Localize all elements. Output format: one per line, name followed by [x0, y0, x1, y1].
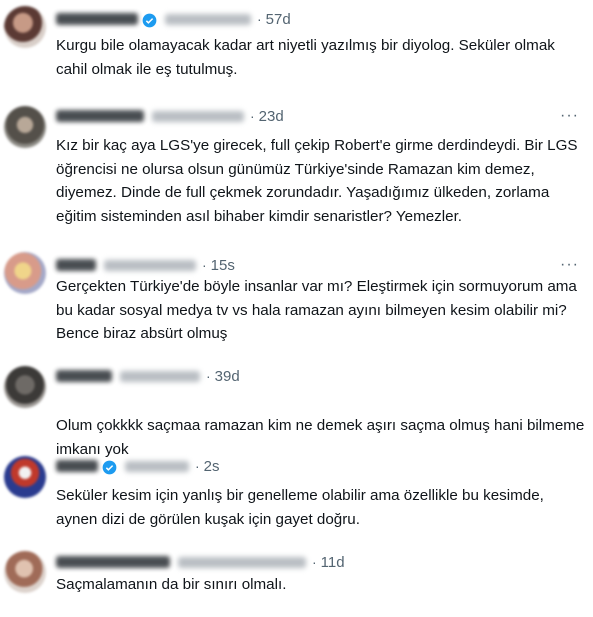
separator-dot: · — [257, 11, 262, 27]
reply-header: · 39d — [56, 365, 583, 387]
author-handle[interactable] — [125, 460, 189, 472]
reply-item[interactable]: · 2s Seküler kesim için yanlış bir genel… — [0, 450, 593, 536]
separator-dot: · — [202, 257, 207, 273]
reply-text: Kız bir kaç aya LGS'ye girecek, full çek… — [56, 137, 578, 225]
author-name[interactable] — [56, 556, 170, 568]
reply-text: Gerçekten Türkiye'de böyle insanlar var … — [56, 278, 577, 342]
reply-item[interactable]: · 15s ··· Gerçekten Türkiye'de böyle ins… — [0, 250, 593, 350]
author-name[interactable] — [56, 13, 138, 25]
author-name[interactable] — [56, 460, 98, 472]
avatar[interactable] — [4, 366, 46, 408]
reply-item[interactable]: · 57d Kurgu bile olamayacak kadar art ni… — [0, 0, 593, 92]
author-handle[interactable] — [152, 110, 244, 122]
separator-dot: · — [250, 108, 255, 124]
reply-text: Kurgu bile olamayacak kadar art niyetli … — [56, 37, 555, 78]
separator-dot: · — [206, 368, 211, 384]
verified-badge-icon — [102, 460, 117, 474]
reply-header: · 57d — [56, 8, 583, 30]
timestamp[interactable]: 23d — [259, 108, 284, 125]
reply-header: · 23d ··· — [56, 105, 583, 127]
reply-text: Saçmalamanın da bir sınırı olmalı. — [56, 576, 287, 593]
reply-text: Seküler kesim için yanlış bir genelleme … — [56, 487, 544, 528]
more-options-icon[interactable]: ··· — [560, 257, 579, 273]
timestamp[interactable]: 57d — [266, 11, 291, 28]
more-options-icon[interactable]: ··· — [560, 108, 579, 124]
reply-item[interactable]: · 11d Saçmalamanın da bir sınırı olmalı. — [0, 545, 593, 615]
author-name[interactable] — [56, 370, 112, 382]
avatar[interactable] — [4, 106, 46, 148]
author-handle[interactable] — [178, 556, 306, 568]
author-name[interactable] — [56, 110, 144, 122]
verified-badge-icon — [142, 13, 157, 27]
reply-item[interactable]: · 39d Olum çokkkk saçmaa ramazan kim ne … — [0, 360, 593, 458]
avatar[interactable] — [4, 6, 46, 48]
reply-header: · 11d — [56, 551, 583, 573]
author-handle[interactable] — [165, 13, 251, 25]
separator-dot: · — [312, 554, 317, 570]
author-handle[interactable] — [120, 370, 200, 382]
author-name[interactable] — [56, 259, 96, 271]
timestamp[interactable]: 11d — [321, 554, 345, 571]
reply-header: · 2s — [56, 455, 583, 477]
reply-item[interactable]: · 23d ··· Kız bir kaç aya LGS'ye girecek… — [0, 100, 593, 240]
author-handle[interactable] — [104, 259, 196, 271]
separator-dot: · — [195, 458, 200, 474]
timestamp[interactable]: 2s — [204, 458, 220, 475]
timestamp[interactable]: 39d — [215, 368, 240, 385]
reply-header: · 15s ··· — [56, 254, 583, 276]
timestamp[interactable]: 15s — [211, 257, 235, 274]
avatar[interactable] — [4, 456, 46, 498]
avatar[interactable] — [4, 551, 46, 593]
avatar[interactable] — [4, 252, 46, 294]
